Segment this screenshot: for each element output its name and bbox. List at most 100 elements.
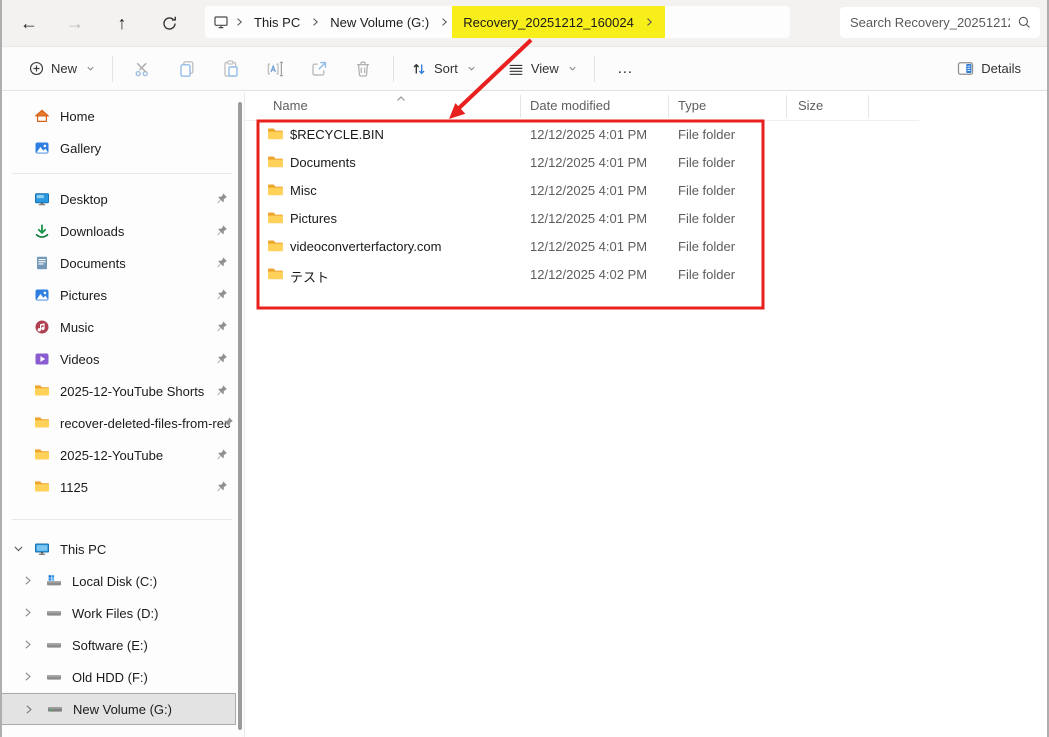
navigation-bar: ← → ↑ This PC New Volume (G:) Recovery_2… [0,0,1049,46]
see-more-button[interactable]: … [603,60,649,78]
details-button[interactable]: Details [948,52,1029,86]
chevron-right-icon [231,16,247,28]
breadcrumb-item-recovery-folder[interactable]: Recovery_20251212_160024 [456,15,641,30]
column-header-type[interactable]: Type [678,98,706,113]
sidebar-item-desktop[interactable]: Desktop [0,183,244,215]
share-button[interactable] [297,52,341,86]
column-divider[interactable] [786,95,787,118]
sort-button[interactable]: Sort [402,52,485,86]
details-button-label: Details [981,61,1021,76]
file-type: File folder [678,239,735,254]
sidebar-item-label: Pictures [60,288,107,303]
chevron-right-icon[interactable] [21,574,34,587]
column-header-size[interactable]: Size [798,98,823,113]
sidebar-item-documents[interactable]: Documents [0,247,244,279]
downloads-icon [34,223,50,239]
sidebar-item-label: Downloads [60,224,124,239]
new-button[interactable]: New [20,52,104,86]
details-pane-icon [956,59,975,78]
column-header-date-modified[interactable]: Date modified [530,98,610,113]
column-header-name[interactable]: Name [273,98,308,113]
back-button[interactable]: ← [12,7,46,39]
sidebar-item-recover-deleted-folder[interactable]: recover-deleted-files-from-rec [0,407,244,439]
file-type: File folder [678,211,735,226]
chevron-right-icon[interactable] [21,606,34,619]
chevron-right-icon[interactable] [21,670,34,683]
sidebar-item-label: Desktop [60,192,108,207]
new-button-label: New [51,61,77,76]
chevron-right-icon[interactable] [21,638,34,651]
rename-button[interactable] [253,52,297,86]
sidebar-item-music[interactable]: Music [0,311,244,343]
copy-button[interactable] [165,52,209,86]
folder-icon [34,479,50,495]
chevron-right-icon[interactable] [22,703,35,716]
sidebar-item-new-volume-g[interactable]: New Volume (G:) [0,693,236,725]
sidebar-item-label: 2025-12-YouTube [60,448,163,463]
sidebar-item-youtube-shorts-folder[interactable]: 2025-12-YouTube Shorts [0,375,244,407]
view-icon [507,60,525,78]
refresh-button[interactable] [152,7,186,39]
this-pc-icon [211,14,231,30]
file-type: File folder [678,183,735,198]
folder-icon [34,383,50,399]
file-row[interactable]: $RECYCLE.BIN 12/12/2025 4:01 PM File fol… [245,121,1049,149]
sidebar-item-gallery[interactable]: Gallery [0,132,244,164]
sidebar-item-1125-folder[interactable]: 1125 [0,471,244,503]
sidebar-item-old-hdd-f[interactable]: Old HDD (F:) [0,661,244,693]
sidebar-divider [12,173,232,174]
new-plus-icon [28,60,45,77]
videos-icon [34,351,50,367]
file-row[interactable]: videoconverterfactory.com 12/12/2025 4:0… [245,233,1049,261]
sidebar-item-youtube-folder[interactable]: 2025-12-YouTube [0,439,244,471]
pin-icon [215,448,228,461]
folder-icon [267,238,284,255]
file-row[interactable]: Pictures 12/12/2025 4:01 PM File folder [245,205,1049,233]
pin-icon [215,352,228,365]
file-date-modified: 12/12/2025 4:01 PM [530,211,647,226]
column-divider[interactable] [668,95,669,118]
breadcrumb-item-new-volume[interactable]: New Volume (G:) [323,15,436,30]
forward-button[interactable]: → [58,7,92,39]
chevron-right-icon [307,16,323,28]
sidebar-divider [12,519,232,520]
sidebar-item-label: Documents [60,256,126,271]
view-button[interactable]: View [499,52,586,86]
sidebar-item-home[interactable]: Home [0,100,244,132]
column-divider[interactable] [520,95,521,118]
desktop-icon [34,191,50,207]
up-button[interactable]: ↑ [105,7,139,39]
chevron-right-icon [436,16,452,28]
file-row[interactable]: テスト 12/12/2025 4:02 PM File folder [245,261,1049,289]
sidebar-item-label: 1125 [60,480,88,495]
file-row[interactable]: Misc 12/12/2025 4:01 PM File folder [245,177,1049,205]
sidebar-item-pictures[interactable]: Pictures [0,279,244,311]
windows-drive-icon [46,573,62,589]
file-date-modified: 12/12/2025 4:01 PM [530,183,647,198]
search-input[interactable]: Search Recovery_20251212_16 [840,7,1040,38]
folder-icon [267,154,284,171]
chevron-down-icon[interactable] [12,542,25,555]
drive-icon [46,669,62,685]
sidebar-item-this-pc[interactable]: This PC [0,533,244,565]
sidebar-item-work-files-d[interactable]: Work Files (D:) [0,597,244,629]
column-headers: Name Date modified Type Size [245,92,1049,121]
sidebar-item-label: 2025-12-YouTube Shorts [60,384,204,399]
paste-button[interactable] [209,52,253,86]
sidebar-item-software-e[interactable]: Software (E:) [0,629,244,661]
sidebar-item-local-disk-c[interactable]: Local Disk (C:) [0,565,244,597]
column-divider[interactable] [868,95,869,118]
cut-button[interactable] [121,52,165,86]
file-name: Misc [290,183,317,198]
sidebar-item-downloads[interactable]: Downloads [0,215,244,247]
sidebar-item-label: Videos [60,352,100,367]
pin-icon [215,224,228,237]
sidebar-scrollbar[interactable] [238,102,242,730]
sidebar-item-videos[interactable]: Videos [0,343,244,375]
this-pc-icon [34,541,50,557]
toolbar-separator [594,56,595,82]
file-row[interactable]: Documents 12/12/2025 4:01 PM File folder [245,149,1049,177]
sort-button-label: Sort [434,61,458,76]
breadcrumb-item-this-pc[interactable]: This PC [247,15,307,30]
delete-button[interactable] [341,52,385,86]
